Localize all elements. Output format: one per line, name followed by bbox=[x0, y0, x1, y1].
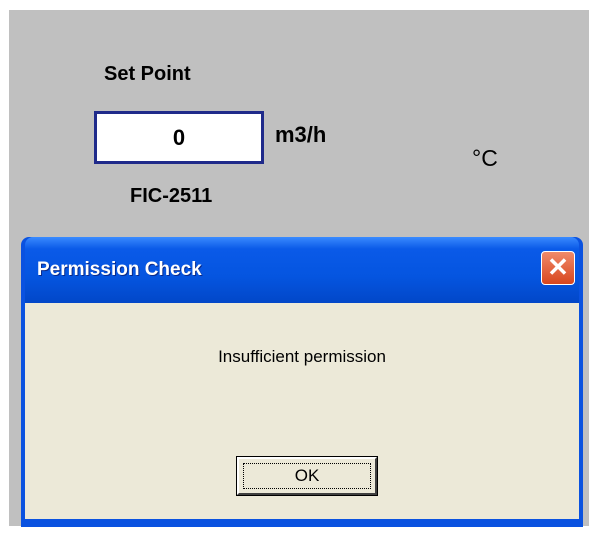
dialog-title: Permission Check bbox=[37, 259, 202, 280]
dialog-message: Insufficient permission bbox=[218, 347, 386, 366]
dialog-body: Insufficient permission OK bbox=[25, 303, 579, 519]
setpoint-label: Set Point bbox=[104, 63, 191, 85]
dialog-titlebar[interactable]: Permission Check ✕ bbox=[25, 237, 579, 303]
setpoint-input[interactable]: 0 bbox=[94, 111, 264, 164]
permission-dialog: Permission Check ✕ Insufficient permissi… bbox=[21, 237, 583, 527]
ok-button[interactable]: OK bbox=[236, 456, 378, 496]
close-icon[interactable]: ✕ bbox=[541, 251, 575, 285]
flow-unit-label: m3/h bbox=[275, 122, 327, 147]
controller-tag-label: FIC-2511 bbox=[130, 185, 213, 207]
temperature-unit-label: °C bbox=[472, 145, 498, 171]
ok-button-label: OK bbox=[294, 466, 320, 485]
